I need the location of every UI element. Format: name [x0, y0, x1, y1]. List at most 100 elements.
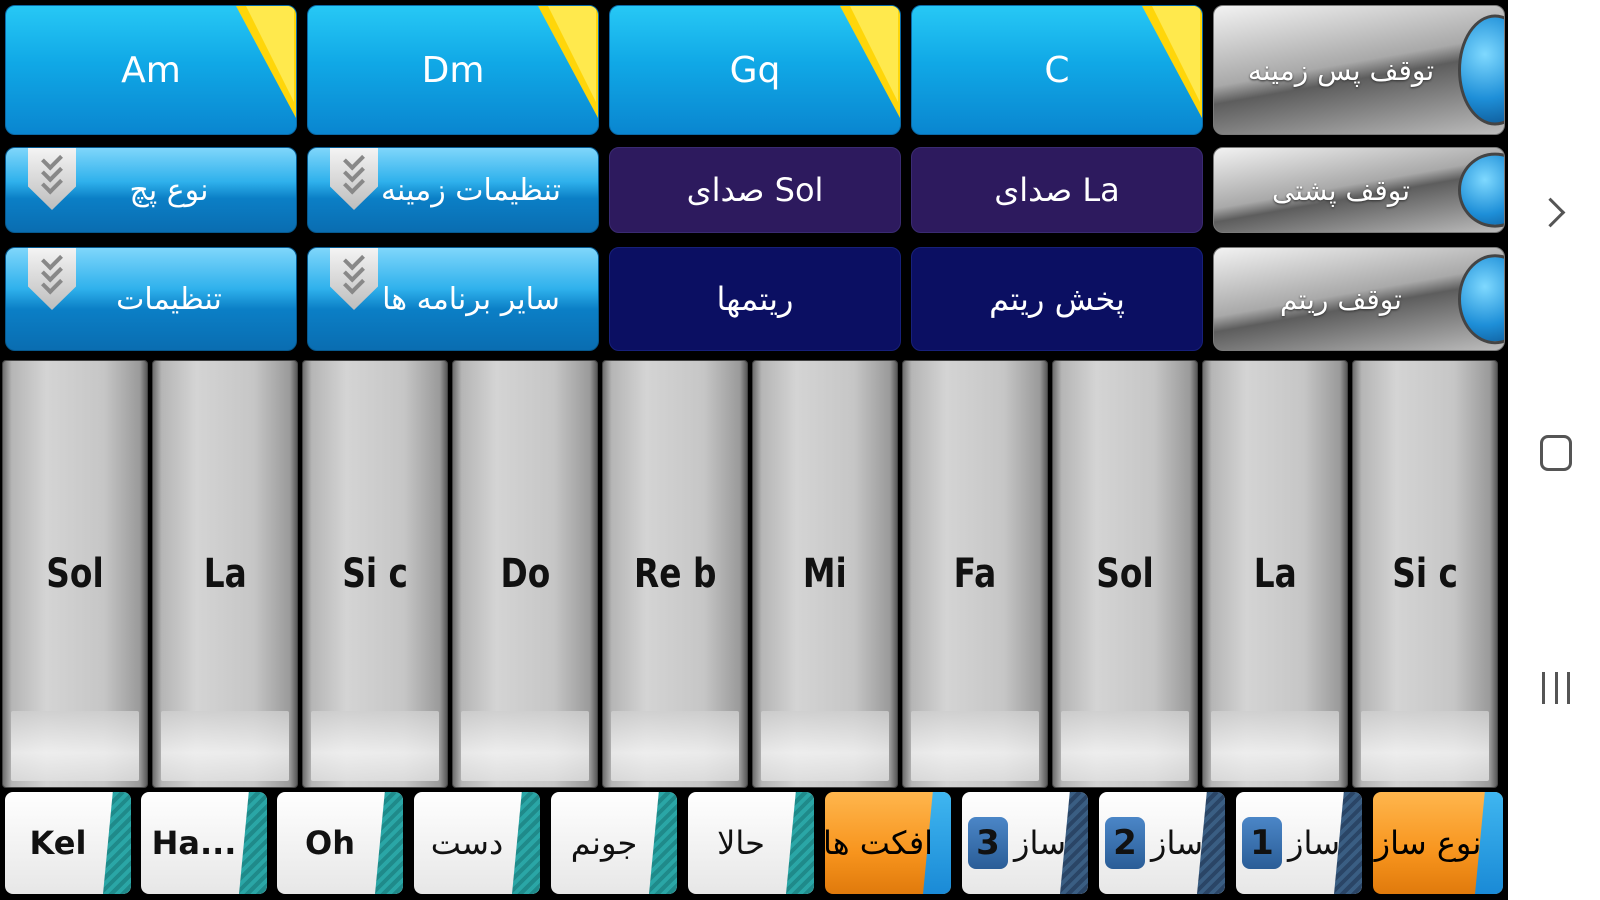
instrument-1-number: 1 [1241, 817, 1282, 869]
key-label: Re b [633, 551, 717, 597]
pitch-type-button[interactable]: نوع پچ [5, 147, 297, 233]
key-label: Fa [953, 551, 997, 597]
play-rhythm-button[interactable]: پخش ریتم [911, 247, 1203, 351]
back-chevron-icon[interactable] [1535, 197, 1566, 228]
key-label: Mi [803, 551, 847, 597]
stripe-decoration [786, 792, 814, 894]
piano-key-fa[interactable]: Fa [902, 360, 1048, 788]
key-label: Do [500, 551, 550, 597]
blue-knob-icon [1458, 152, 1504, 228]
chord-label: Dm [421, 49, 485, 91]
instrument-type-label: نوع ساز [1374, 824, 1482, 862]
corner-flag-shade [1152, 6, 1200, 102]
effects-label: افکت ها [825, 824, 934, 862]
app-root: Am Dm Gq C توقف پس زمینه نوع پچ تنظیمات … [0, 0, 1508, 900]
piano-key-mi[interactable]: Mi [752, 360, 898, 788]
sound-oh-button[interactable]: Oh [277, 792, 403, 894]
sound-jonam-button[interactable]: جونم [551, 792, 677, 894]
piano-key-sol[interactable]: Sol [2, 360, 148, 788]
recent-apps-icon[interactable] [1542, 672, 1570, 704]
stop-rhythm-button[interactable]: توقف ریتم [1213, 247, 1505, 351]
sound-hala-label: حالا [717, 824, 765, 862]
instrument-2-content: 2 ساز [1104, 817, 1203, 869]
chord-button-c[interactable]: C [911, 5, 1203, 135]
sound-la-button[interactable]: صدای La [911, 147, 1203, 233]
bottom-toolbar: Kel Ha... Oh دست جونم حالا افکت ها 3 ساز… [0, 792, 1508, 900]
key-label: Sol [1096, 551, 1154, 597]
piano-key-do[interactable]: Do [452, 360, 598, 788]
instrument-type-button[interactable]: نوع ساز [1373, 792, 1503, 894]
instrument-2-number: 2 [1104, 817, 1145, 869]
instrument-3-button[interactable]: 3 ساز [962, 792, 1088, 894]
piano-key-re-b[interactable]: Re b [602, 360, 748, 788]
key-label: Sol [46, 551, 104, 597]
corner-flag-shade [548, 6, 596, 102]
instrument-2-label: ساز [1150, 824, 1203, 862]
sound-sol-label: صدای Sol [686, 171, 824, 209]
corner-flag-shade [246, 6, 294, 102]
stripe-decoration [649, 792, 677, 894]
sound-ha-label: Ha... [151, 824, 237, 862]
sound-kel-label: Kel [29, 824, 87, 862]
chord-button-am[interactable]: Am [5, 5, 297, 135]
sound-oh-label: Oh [305, 824, 355, 862]
stripe-decoration [512, 792, 540, 894]
background-settings-label: تنظیمات زمینه [380, 172, 562, 208]
chevron-down-icon [330, 248, 378, 310]
chord-label: C [1044, 49, 1070, 91]
sound-ha-button[interactable]: Ha... [141, 792, 267, 894]
sound-kel-button[interactable]: Kel [5, 792, 131, 894]
home-icon[interactable] [1540, 435, 1572, 471]
chord-button-dm[interactable]: Dm [307, 5, 599, 135]
piano-key-si-c[interactable]: Si c [302, 360, 448, 788]
piano-key-la[interactable]: La [152, 360, 298, 788]
piano-key-sol-2[interactable]: Sol [1052, 360, 1198, 788]
background-settings-button[interactable]: تنظیمات زمینه [307, 147, 599, 233]
stop-background-button[interactable]: توقف پس زمینه [1213, 5, 1505, 135]
chord-label: Am [121, 49, 181, 91]
key-label: La [1253, 551, 1297, 597]
chord-label: Gq [729, 49, 781, 91]
stop-back-label: توقف پشتی [1271, 173, 1411, 207]
instrument-3-label: ساز [1013, 824, 1066, 862]
chord-button-gq[interactable]: Gq [609, 5, 901, 135]
chevron-down-icon [28, 248, 76, 310]
stripe-decoration [239, 792, 267, 894]
piano-keyboard: Sol La Si c Do Re b Mi Fa Sol La Si c [2, 360, 1508, 788]
blue-knob-icon [1458, 14, 1504, 126]
stop-background-label: توقف پس زمینه [1247, 53, 1435, 87]
settings-label: تنظیمات [116, 281, 222, 317]
blue-knob-icon [1458, 254, 1504, 344]
effects-button[interactable]: افکت ها [825, 792, 951, 894]
sound-dast-label: دست [430, 824, 504, 862]
system-navigation-bar [1508, 0, 1600, 900]
stripe-decoration [103, 792, 131, 894]
stripe-decoration [375, 792, 403, 894]
piano-key-si-c-2[interactable]: Si c [1352, 360, 1498, 788]
settings-button[interactable]: تنظیمات [5, 247, 297, 351]
chevron-down-icon [28, 148, 76, 210]
instrument-1-button[interactable]: 1 ساز [1236, 792, 1362, 894]
sound-dast-button[interactable]: دست [414, 792, 540, 894]
other-apps-button[interactable]: سایر برنامه ها [307, 247, 599, 351]
piano-key-la-2[interactable]: La [1202, 360, 1348, 788]
rhythms-button[interactable]: ریتمها [609, 247, 901, 351]
instrument-3-number: 3 [967, 817, 1008, 869]
sound-hala-button[interactable]: حالا [688, 792, 814, 894]
chevron-down-icon [330, 148, 378, 210]
instrument-3-content: 3 ساز [967, 817, 1066, 869]
key-label: Si c [342, 551, 408, 597]
sound-la-label: صدای La [994, 171, 1120, 209]
key-label: Si c [1392, 551, 1458, 597]
rhythms-label: ریتمها [716, 280, 794, 318]
sound-sol-button[interactable]: صدای Sol [609, 147, 901, 233]
instrument-1-content: 1 ساز [1241, 817, 1340, 869]
corner-flag-shade [850, 6, 898, 102]
play-rhythm-label: پخش ریتم [989, 280, 1125, 318]
instrument-1-label: ساز [1287, 824, 1340, 862]
stop-rhythm-label: توقف ریتم [1280, 282, 1402, 316]
key-label: La [203, 551, 247, 597]
stop-back-button[interactable]: توقف پشتی [1213, 147, 1505, 233]
other-apps-label: سایر برنامه ها [382, 281, 560, 317]
instrument-2-button[interactable]: 2 ساز [1099, 792, 1225, 894]
